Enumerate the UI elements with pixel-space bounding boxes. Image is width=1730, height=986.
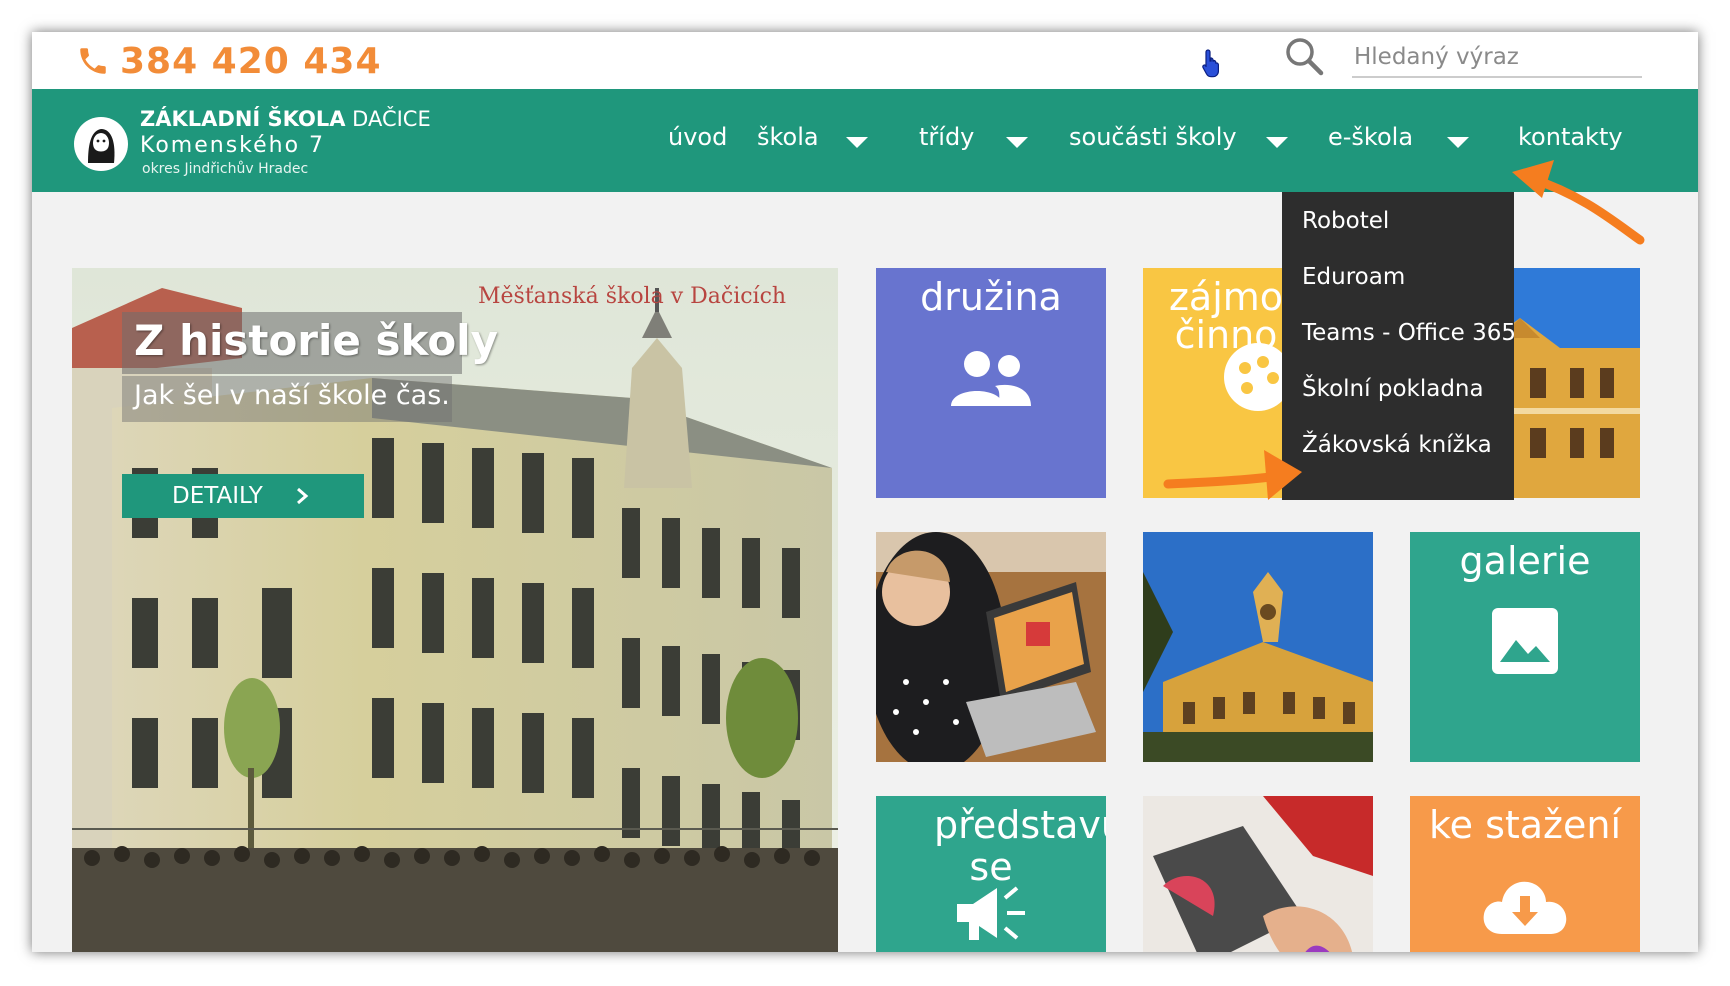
logo-district: okres Jindřichův Hradec	[142, 161, 309, 177]
phone-number-text: 384 420 434	[120, 40, 382, 82]
details-button[interactable]: DETAILY	[122, 474, 364, 518]
cloud-download-icon	[1483, 881, 1567, 934]
main-navigation: ZÁKLADNÍ ŠKOLA DAČICE Komenského 7 okres…	[32, 89, 1698, 192]
nav-item-skola[interactable]: škola	[757, 123, 819, 151]
soucasti-chevron-down-icon[interactable]	[1266, 137, 1288, 148]
group-icon	[951, 351, 1031, 406]
tile-predstavujeme-se[interactable]: představujem se	[876, 796, 1106, 952]
search-input[interactable]	[1352, 38, 1642, 78]
tile-druzina[interactable]: družina	[876, 268, 1106, 498]
tile-ke-stazeni-label: ke stažení	[1428, 803, 1622, 847]
school-logo[interactable]: ZÁKLADNÍ ŠKOLA DAČICE Komenského 7 okres…	[74, 107, 431, 177]
skola-chevron-down-icon[interactable]	[846, 137, 868, 148]
logo-name-town: DAČICE	[352, 107, 431, 131]
hero-slide[interactable]: Měšťanská škola v Dačicích Z historie šk…	[72, 268, 838, 952]
search-icon[interactable]	[1282, 34, 1326, 78]
dropdown-item-robotel[interactable]: Robotel	[1302, 208, 1389, 234]
dropdown-item-zakovska-knizka[interactable]: Žákovská knížka	[1302, 432, 1492, 458]
nav-item-uvod[interactable]: úvod	[668, 123, 727, 151]
nav-item-soucasti-skoly[interactable]: součásti školy	[1069, 123, 1237, 151]
tridy-chevron-down-icon[interactable]	[1006, 137, 1028, 148]
chevron-right-icon	[297, 487, 309, 505]
logo-emblem-icon	[74, 117, 128, 171]
nav-item-e-skola[interactable]: e-škola	[1328, 123, 1413, 151]
top-bar: 384 420 434	[32, 32, 1698, 89]
tile-tablet-photo[interactable]	[876, 532, 1106, 762]
dropdown-item-eduroam[interactable]: Eduroam	[1302, 264, 1405, 290]
annotation-arrow-icon	[1163, 450, 1302, 500]
annotation-arrow-icon	[1512, 160, 1645, 245]
tile-ke-stazeni[interactable]: ke stažení	[1410, 796, 1640, 952]
logo-street: Komenského 7	[140, 133, 326, 158]
tile-galerie-label: galerie	[1459, 539, 1591, 583]
e-skola-dropdown-menu: Robotel Eduroam Teams - Office 365 Školn…	[1282, 192, 1516, 500]
children-drawing-photo	[1143, 796, 1373, 952]
logo-school-name: ZÁKLADNÍ ŠKOLA DAČICE	[140, 107, 431, 131]
phone-number[interactable]: 384 420 434	[76, 38, 382, 84]
dropdown-item-skolni-pokladna[interactable]: Školní pokladna	[1302, 376, 1484, 402]
tile-building-photo[interactable]	[1143, 532, 1373, 762]
tile-predstavujeme-label-line1: představujem	[934, 803, 1106, 847]
megaphone-icon	[957, 886, 1025, 940]
browser-viewport: 384 420 434 ZÁKLADNÍ ŠKOLA DAČ	[32, 32, 1698, 952]
image-icon	[1492, 608, 1558, 674]
phone-icon	[80, 48, 106, 74]
logo-name-bold: ZÁKLADNÍ ŠKOLA	[140, 107, 346, 131]
tile-galerie[interactable]: galerie	[1410, 532, 1640, 762]
hero-subtitle: Jak šel v naší škole čas.	[134, 380, 450, 411]
child-with-tablet-photo	[876, 532, 1106, 762]
tile-druzina-label: družina	[920, 275, 1062, 319]
hero-title: Z historie školy	[134, 316, 498, 365]
school-exterior-photo	[1143, 532, 1373, 762]
photo-caption: Měšťanská škola v Dačicích	[478, 284, 787, 309]
e-skola-chevron-down-icon[interactable]	[1447, 137, 1469, 148]
dropdown-item-teams-office-365[interactable]: Teams - Office 365	[1302, 320, 1516, 346]
hand-cursor-icon	[1202, 49, 1219, 78]
nav-item-tridy[interactable]: třídy	[919, 123, 974, 151]
details-button-label: DETAILY	[172, 483, 263, 509]
tile-art-photo[interactable]	[1143, 796, 1373, 952]
